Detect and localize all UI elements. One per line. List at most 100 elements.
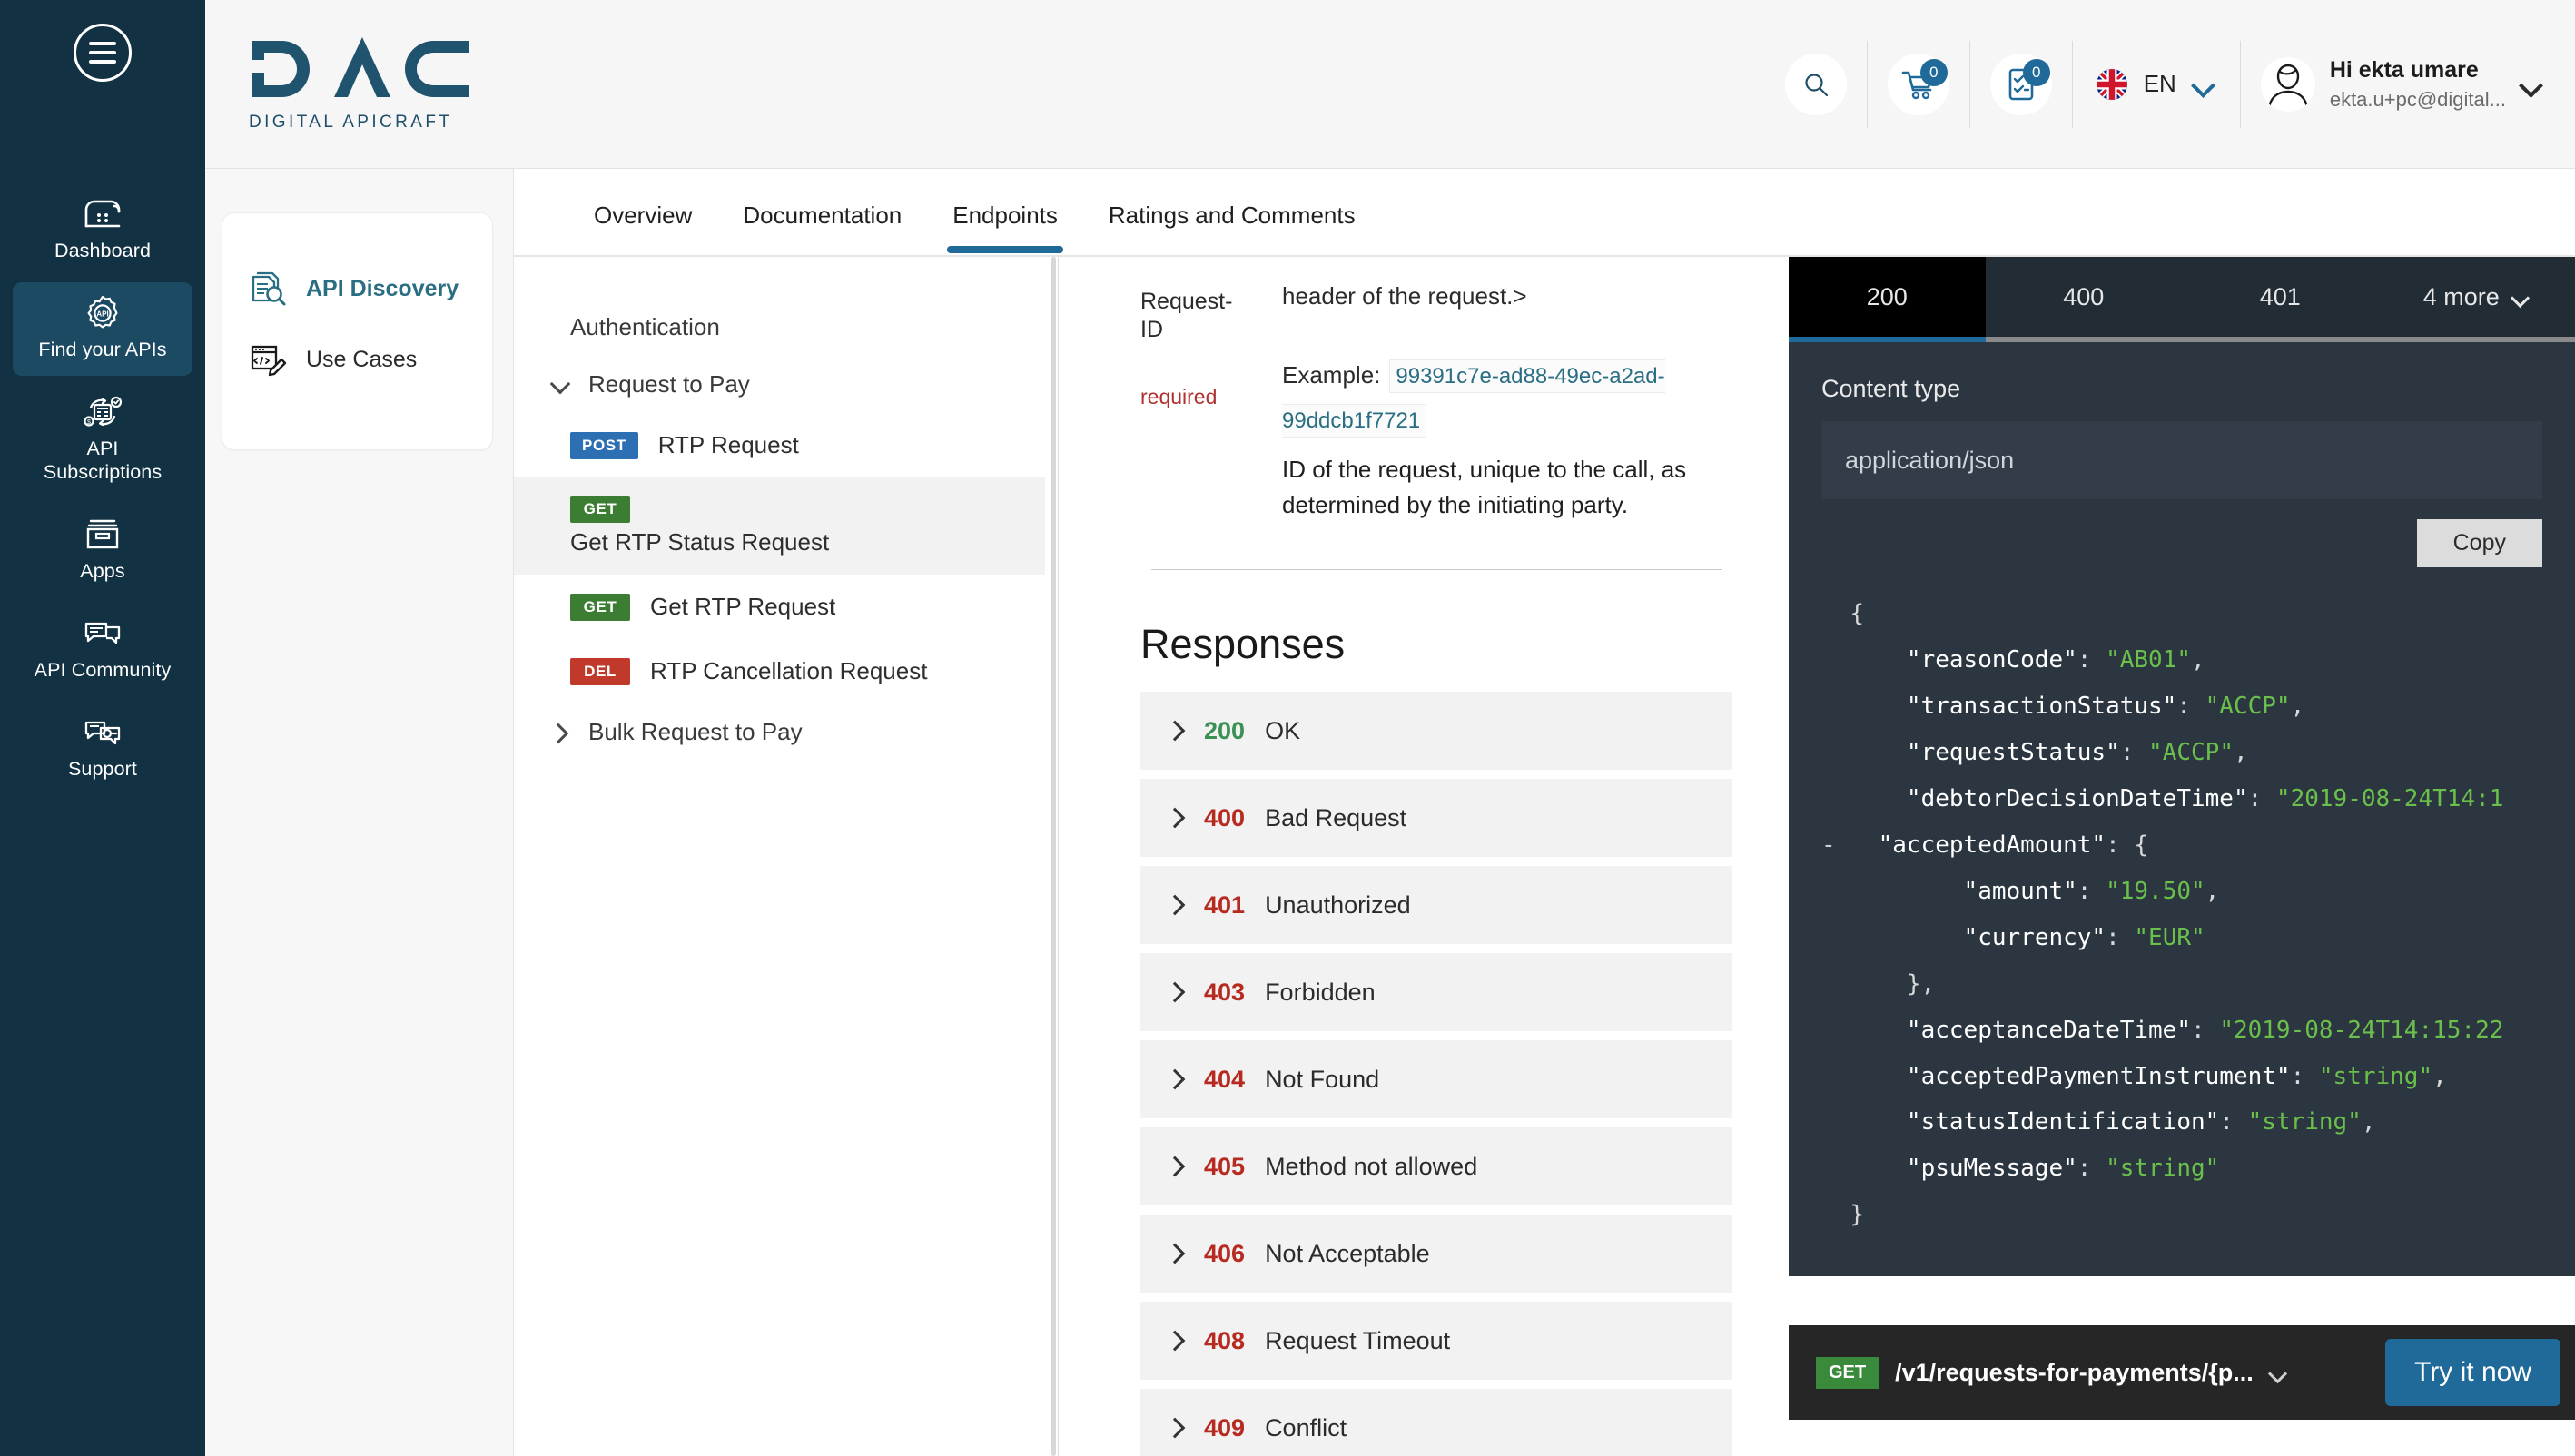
response-code: 408 bbox=[1204, 1326, 1246, 1354]
discovery-card: API Discovery Use Cases bbox=[222, 212, 493, 450]
copy-button[interactable]: Copy bbox=[2416, 519, 2542, 567]
status-tab-401[interactable]: 401 bbox=[2182, 257, 2379, 337]
sidebar-item-support[interactable]: Support bbox=[13, 702, 192, 795]
api-discovery-icon bbox=[248, 270, 288, 308]
hamburger-menu-icon[interactable] bbox=[74, 24, 132, 82]
tree-group-bulk-request-to-pay[interactable]: Bulk Request to Pay bbox=[514, 703, 1058, 761]
tab-endpoints[interactable]: Endpoints bbox=[927, 202, 1083, 253]
response-row-403[interactable]: 403 Forbidden bbox=[1140, 953, 1732, 1032]
responses-heading: Responses bbox=[1140, 621, 1346, 668]
endpoint-label: Get RTP Status Request bbox=[570, 528, 830, 556]
tree-scrollbar[interactable] bbox=[1045, 257, 1058, 1456]
try-it-bar: GET /v1/requests-for-payments/{p... Try … bbox=[1789, 1325, 2575, 1420]
main-sidebar: Dashboard API Find your APIs $ API Subsc… bbox=[0, 0, 205, 1456]
endpoint-get-rtp-status-request[interactable]: GET Get RTP Status Request bbox=[514, 477, 1058, 575]
response-row-405[interactable]: 405 Method not allowed bbox=[1140, 1127, 1732, 1206]
api-tabs: Overview Documentation Endpoints Ratings… bbox=[514, 169, 2575, 256]
endpoint-label: RTP Cancellation Request bbox=[650, 657, 928, 684]
support-chat-icon bbox=[82, 714, 123, 751]
header-actions: 0 0 EN Hi ekta umare ekta.u+pc@digital..… bbox=[1784, 0, 2575, 168]
svg-text:API: API bbox=[96, 310, 108, 319]
sidebar-item-label: API Community bbox=[34, 659, 172, 681]
clipboard-checklist-icon[interactable]: 0 bbox=[1989, 53, 2052, 115]
use-cases-icon bbox=[248, 340, 288, 379]
apps-drawer-icon bbox=[82, 516, 123, 553]
chevron-right-icon bbox=[1166, 808, 1184, 828]
language-selector[interactable]: EN bbox=[2093, 68, 2220, 100]
chevron-right-icon bbox=[1166, 1069, 1184, 1089]
sidebar-item-apps[interactable]: Apps bbox=[13, 504, 192, 597]
response-row-409[interactable]: 409 Conflict bbox=[1140, 1389, 1732, 1456]
response-row-408[interactable]: 408 Request Timeout bbox=[1140, 1302, 1732, 1381]
tree-group-label: Request to Pay bbox=[588, 370, 750, 398]
endpoint-rtp-request[interactable]: POST RTP Request bbox=[514, 413, 1058, 477]
dac-logo-mark bbox=[252, 37, 469, 97]
chevron-down-icon[interactable] bbox=[2193, 77, 2216, 91]
tab-documentation[interactable]: Documentation bbox=[717, 202, 927, 253]
parameter-name: Request-ID bbox=[1140, 289, 1233, 343]
parameter-meta: Request-ID required bbox=[1140, 279, 1249, 522]
sidebar-item-find-your-apis[interactable]: API Find your APIs bbox=[13, 282, 192, 376]
code-body: Content type application/json Copy { "re… bbox=[1789, 342, 2575, 1277]
dashboard-icon bbox=[82, 196, 123, 232]
user-menu[interactable]: Hi ekta umare ekta.u+pc@digital... bbox=[2260, 56, 2544, 113]
app-root: Dashboard API Find your APIs $ API Subsc… bbox=[0, 0, 2575, 1456]
user-email: ekta.u+pc@digital... bbox=[2329, 87, 2506, 111]
content-type-select[interactable]: application/json bbox=[1821, 421, 2542, 499]
status-tab-more[interactable]: 4 more bbox=[2379, 257, 2575, 337]
sidebar-item-label: Find your APIs bbox=[38, 339, 167, 360]
response-text: Not Acceptable bbox=[1265, 1239, 1430, 1267]
search-icon[interactable] bbox=[1784, 53, 1847, 115]
tabs-divider bbox=[514, 255, 2575, 256]
sidebar-item-api-subscriptions[interactable]: $ API Subscriptions bbox=[13, 381, 192, 498]
endpoint-path-select[interactable]: /v1/requests-for-payments/{p... bbox=[1895, 1359, 2254, 1387]
response-code: 403 bbox=[1204, 978, 1246, 1006]
chevron-down-icon bbox=[550, 375, 570, 395]
response-row-400[interactable]: 400 Bad Request bbox=[1140, 779, 1732, 858]
header-divider bbox=[2239, 40, 2241, 128]
tab-ratings-and-comments[interactable]: Ratings and Comments bbox=[1083, 202, 1381, 253]
endpoint-get-rtp-request[interactable]: GET Get RTP Request bbox=[514, 575, 1058, 639]
user-avatar-icon bbox=[2260, 56, 2315, 112]
tab-overview[interactable]: Overview bbox=[568, 202, 717, 253]
endpoint-rtp-cancellation-request[interactable]: DEL RTP Cancellation Request bbox=[514, 639, 1058, 703]
example-label: Example: bbox=[1282, 361, 1381, 389]
parameter-description: ID of the request, unique to the call, a… bbox=[1282, 456, 1687, 518]
response-row-404[interactable]: 404 Not Found bbox=[1140, 1040, 1732, 1119]
sidebar-item-label: Support bbox=[67, 758, 137, 780]
tree-group-request-to-pay[interactable]: Request to Pay bbox=[514, 356, 1058, 413]
tree-group-authentication[interactable]: Authentication bbox=[514, 299, 1058, 356]
response-row-401[interactable]: 401 Unauthorized bbox=[1140, 866, 1732, 945]
sidebar-item-use-cases[interactable]: Use Cases bbox=[222, 324, 492, 395]
status-tab-200[interactable]: 200 bbox=[1789, 257, 1986, 342]
header-divider bbox=[1968, 40, 1970, 128]
shopping-cart-icon[interactable]: 0 bbox=[1887, 53, 1949, 115]
parameter-detail: header of the request.> Example: 99391c7e… bbox=[1282, 279, 1732, 522]
svg-text:$: $ bbox=[87, 419, 91, 426]
try-it-now-button[interactable]: Try it now bbox=[2385, 1339, 2560, 1406]
method-badge: GET bbox=[570, 593, 630, 621]
response-text: Bad Request bbox=[1265, 803, 1407, 831]
response-text: Request Timeout bbox=[1265, 1326, 1451, 1354]
sidebar-item-label: Apps bbox=[80, 560, 125, 582]
response-row-200[interactable]: 200 OK bbox=[1140, 692, 1732, 771]
sidebar-item-dashboard[interactable]: Dashboard bbox=[13, 183, 192, 277]
response-code: 401 bbox=[1204, 890, 1246, 919]
method-badge: GET bbox=[570, 496, 630, 523]
status-tab-400[interactable]: 400 bbox=[1986, 257, 2183, 337]
brand-logo[interactable]: DIGITAL APICRAFT bbox=[249, 35, 476, 133]
sidebar-item-api-discovery[interactable]: API Discovery bbox=[222, 253, 492, 324]
responses-list: 200 OK 400 Bad Request 401 Unauthorized … bbox=[1140, 692, 1732, 1456]
chevron-right-icon bbox=[1166, 982, 1184, 1002]
response-text: OK bbox=[1265, 716, 1301, 744]
tasks-badge: 0 bbox=[2022, 58, 2050, 86]
sidebar-item-label: API Subscriptions bbox=[43, 438, 163, 483]
method-badge: GET bbox=[1816, 1356, 1879, 1389]
response-row-406[interactable]: 406 Not Acceptable bbox=[1140, 1215, 1732, 1294]
chevron-down-icon[interactable] bbox=[2270, 1367, 2290, 1379]
chevron-down-icon[interactable] bbox=[2521, 77, 2544, 91]
response-text: Unauthorized bbox=[1265, 890, 1411, 919]
sidebar-item-api-community[interactable]: API Community bbox=[13, 603, 192, 696]
main-region: DIGITAL APICRAFT 0 0 EN Hi ekta umare ek… bbox=[205, 0, 2575, 1456]
endpoint-label: Get RTP Request bbox=[650, 593, 836, 620]
